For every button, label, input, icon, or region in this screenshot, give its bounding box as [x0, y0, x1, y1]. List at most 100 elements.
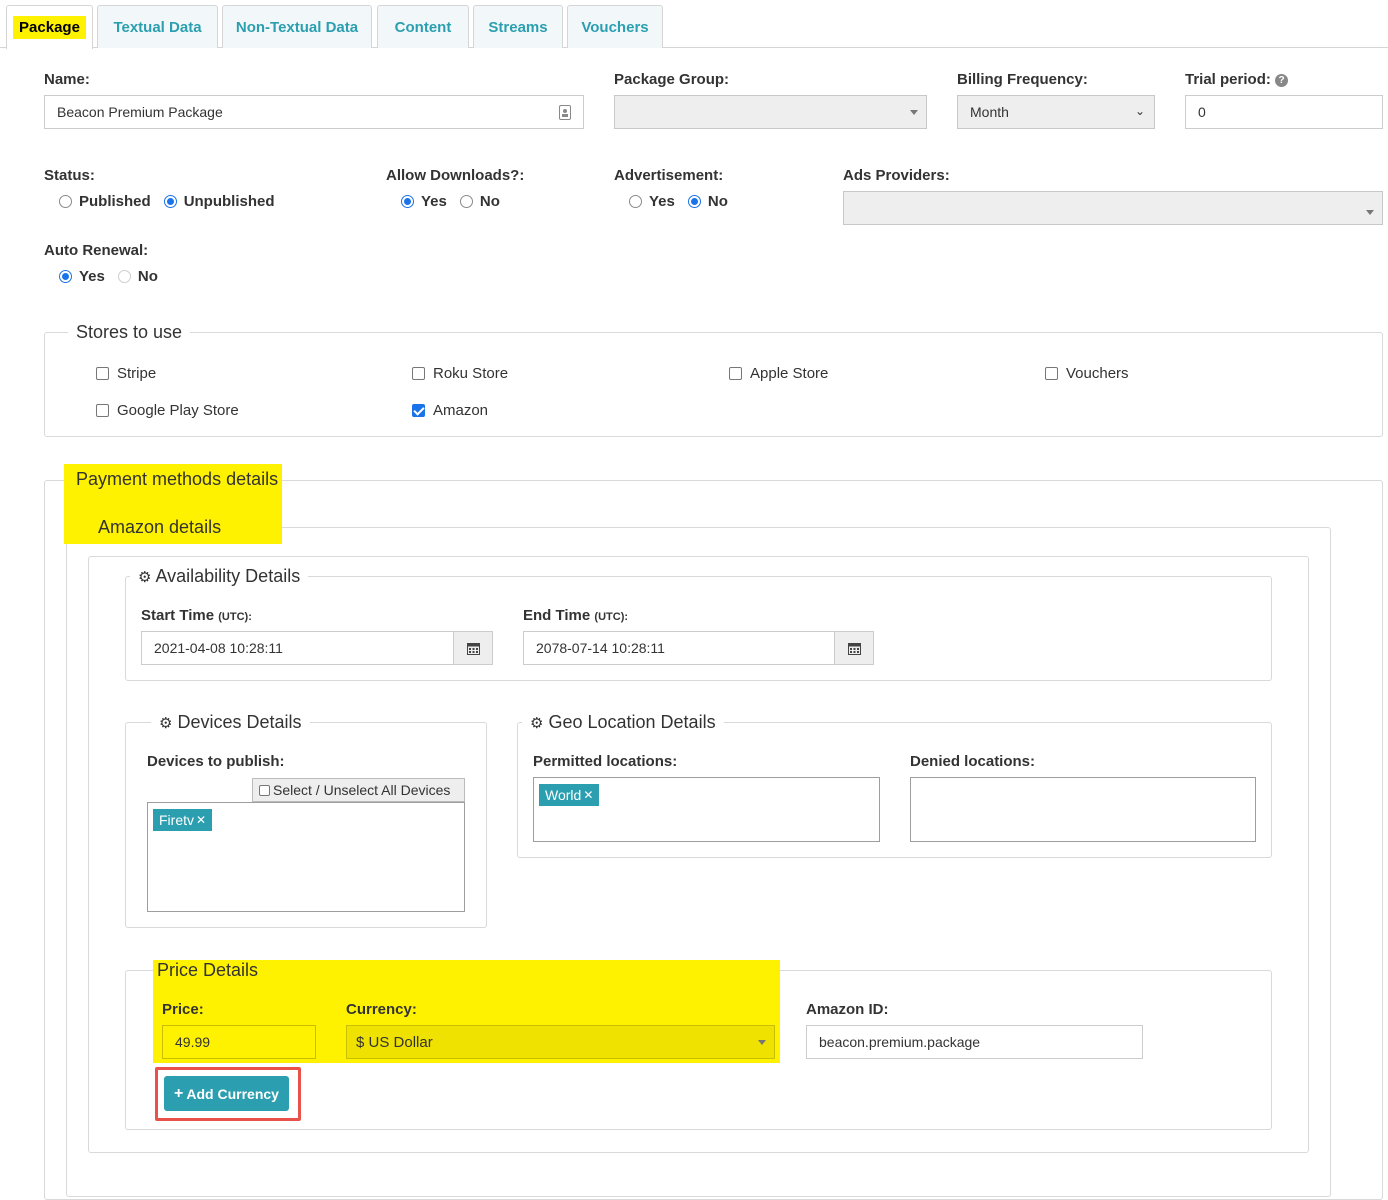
currency-select[interactable]: $ US Dollar — [346, 1025, 775, 1059]
downloads-yes-label: Yes — [421, 193, 447, 210]
add-currency-label: Add Currency — [186, 1085, 279, 1102]
tab-non-textual-data[interactable]: Non-Textual Data — [222, 5, 372, 48]
end-calendar-button[interactable] — [834, 631, 874, 665]
price-label: Price: — [162, 1001, 204, 1018]
amazon-legend: Amazon details — [98, 517, 222, 537]
store-label: Vouchers — [1066, 365, 1129, 382]
devices-legend-text: Devices Details — [177, 712, 302, 732]
start-calendar-button[interactable] — [453, 631, 493, 665]
radio-ad-yes[interactable] — [629, 195, 642, 208]
store-google-play[interactable]: Google Play Store — [96, 402, 239, 419]
downloads-no-label: No — [479, 193, 500, 210]
package-group-select[interactable] — [614, 95, 927, 129]
auto-yes-option[interactable]: Yes — [59, 268, 105, 285]
store-stripe[interactable]: Stripe — [96, 365, 156, 382]
store-roku[interactable]: Roku Store — [412, 365, 508, 382]
end-time-input[interactable]: 2078-07-14 10:28:11 — [523, 631, 836, 665]
ad-yes-label: Yes — [649, 193, 675, 210]
trial-period-label: Trial period: ? — [1185, 71, 1289, 88]
store-label: Stripe — [117, 365, 157, 382]
select-all-checkbox[interactable] — [259, 784, 270, 796]
downloads-yes-option[interactable]: Yes — [401, 193, 447, 210]
name-input[interactable]: Beacon Premium Package — [44, 95, 584, 129]
help-icon[interactable]: ? — [1275, 74, 1289, 87]
plus-icon: + — [174, 1084, 184, 1102]
device-tag-firetv: Firetv ✕ — [153, 809, 213, 831]
stores-fieldset — [44, 332, 1383, 437]
remove-tag-icon[interactable]: ✕ — [196, 813, 206, 827]
start-time-input[interactable]: 2021-04-08 10:28:11 — [141, 631, 454, 665]
radio-downloads-no[interactable] — [459, 195, 473, 208]
start-time-text: Start Time — [141, 607, 215, 624]
checkbox-apple[interactable] — [729, 367, 742, 380]
status-label: Status: — [44, 167, 95, 184]
availability-fieldset — [125, 576, 1272, 681]
contact-card-icon — [559, 105, 571, 120]
store-amazon[interactable]: Amazon — [412, 402, 488, 419]
location-tag-label: World — [545, 787, 582, 803]
start-time-label: Start Time (UTC): — [141, 607, 252, 624]
auto-no-label: No — [137, 268, 158, 285]
currency-value: $ US Dollar — [356, 1033, 433, 1051]
billing-frequency-select[interactable]: Month ⌄ — [957, 95, 1155, 129]
downloads-radio-group: Yes No — [401, 193, 513, 210]
start-time-value: 2021-04-08 10:28:11 — [154, 640, 283, 656]
ad-yes-option[interactable]: Yes — [629, 193, 675, 210]
denied-locations-listbox[interactable] — [910, 777, 1256, 842]
store-label: Apple Store — [750, 365, 829, 382]
radio-ad-no[interactable] — [687, 195, 701, 208]
trial-period-text: Trial period: — [1185, 71, 1271, 88]
billing-frequency-label: Billing Frequency: — [957, 71, 1088, 88]
radio-published[interactable] — [59, 195, 72, 208]
radio-unpublished[interactable] — [163, 195, 177, 208]
tab-package[interactable]: Package — [6, 5, 93, 49]
radio-auto-no[interactable] — [117, 270, 131, 283]
checkbox-google-play[interactable] — [96, 404, 109, 417]
caret-down-icon — [1366, 210, 1374, 215]
auto-no-option[interactable]: No — [117, 268, 158, 285]
store-label: Amazon — [433, 402, 489, 419]
status-unpublished-label: Unpublished — [183, 193, 275, 210]
auto-renewal-radio-group: Yes No — [59, 268, 171, 285]
radio-downloads-yes[interactable] — [401, 195, 414, 208]
downloads-no-option[interactable]: No — [459, 193, 500, 210]
tab-textual-data[interactable]: Textual Data — [97, 5, 218, 48]
price-input[interactable]: 49.99 — [162, 1025, 316, 1059]
devices-legend: ⚙ Devices Details — [151, 712, 310, 733]
start-time-unit: (UTC): — [218, 611, 252, 623]
status-published-option[interactable]: Published — [59, 193, 151, 210]
tab-content[interactable]: Content — [377, 5, 469, 48]
denied-locations-label: Denied locations: — [910, 753, 1036, 770]
select-all-devices-button[interactable]: Select / Unselect All Devices — [252, 778, 465, 802]
end-time-label: End Time (UTC): — [523, 607, 628, 624]
ads-providers-select[interactable] — [843, 191, 1383, 225]
amazon-id-input[interactable]: beacon.premium.package — [806, 1025, 1143, 1059]
advertisement-label: Advertisement: — [614, 167, 724, 184]
ad-no-option[interactable]: No — [687, 193, 728, 210]
tab-vouchers[interactable]: Vouchers — [567, 5, 663, 48]
price-legend: Price Details — [157, 960, 259, 980]
name-label: Name: — [44, 71, 90, 88]
add-currency-button[interactable]: + Add Currency — [164, 1076, 289, 1111]
store-apple[interactable]: Apple Store — [729, 365, 828, 382]
tab-label: Non-Textual Data — [235, 18, 359, 36]
checkbox-vouchers[interactable] — [1045, 367, 1058, 380]
auto-yes-label: Yes — [79, 268, 105, 285]
trial-period-input[interactable]: 0 — [1185, 95, 1383, 129]
checkbox-stripe[interactable] — [96, 367, 109, 380]
remove-tag-icon[interactable]: ✕ — [583, 788, 593, 802]
checkbox-amazon[interactable] — [412, 404, 425, 417]
geo-legend: ⚙ Geo Location Details — [522, 712, 724, 733]
amazon-id-value: beacon.premium.package — [819, 1034, 981, 1050]
radio-auto-yes[interactable] — [59, 270, 72, 283]
tab-streams[interactable]: Streams — [473, 5, 563, 48]
gears-icon: ⚙ — [530, 715, 544, 732]
availability-legend: ⚙ Availability Details — [130, 566, 309, 587]
checkbox-roku[interactable] — [412, 367, 425, 380]
status-unpublished-option[interactable]: Unpublished — [163, 193, 275, 210]
payment-legend: Payment methods details — [76, 469, 279, 489]
calendar-icon — [466, 642, 480, 655]
stores-legend: Stores to use — [68, 322, 191, 343]
store-vouchers[interactable]: Vouchers — [1045, 365, 1129, 382]
trial-period-value: 0 — [1198, 104, 1206, 120]
